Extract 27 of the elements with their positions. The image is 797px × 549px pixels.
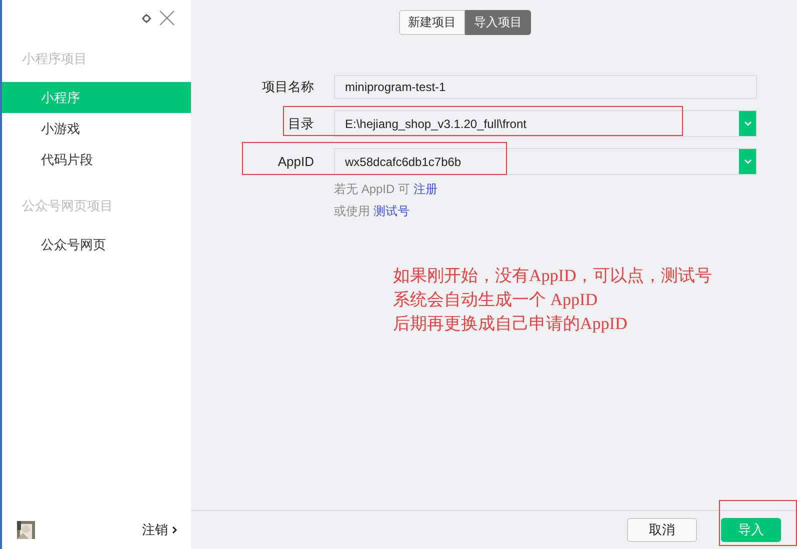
hint-text: 若无 AppID 可 注册 — [334, 181, 438, 198]
chevron-icon — [172, 526, 177, 534]
close-icon[interactable] — [159, 10, 175, 26]
chevron-down-icon — [744, 159, 752, 164]
cancel-button[interactable]: 取消 — [627, 518, 697, 542]
link[interactable]: 注册 — [413, 182, 438, 196]
hint-text: 或使用 测试号 — [334, 203, 410, 220]
select-field[interactable]: E:\hejiang_shop_v3.1.20_full\front — [334, 110, 757, 137]
field-label: AppID — [276, 154, 314, 169]
field-label: 目录 — [287, 114, 314, 132]
field-label: 项目名称 — [261, 78, 314, 96]
logout-link[interactable]: 注销 — [142, 520, 177, 538]
sidebar-item[interactable]: 代码片段 — [2, 144, 191, 175]
select-field[interactable]: wx58dcafc6db1c7b6b — [334, 148, 757, 175]
tab[interactable]: 新建项目 — [399, 10, 465, 35]
input-field[interactable]: miniprogram-test-1 — [334, 75, 757, 99]
chevron-down-icon — [744, 121, 752, 126]
sidebar-item[interactable]: 小游戏 — [2, 113, 191, 144]
sidebar-item[interactable]: 公众号网页 — [2, 229, 191, 260]
annotation-text: 如果刚开始，没有AppID，可以点，测试号 — [393, 265, 714, 287]
section-heading: 公众号网页项目 — [21, 197, 114, 215]
section-heading: 小程序项目 — [21, 50, 88, 68]
settings-icon[interactable] — [142, 14, 151, 22]
link[interactable]: 测试号 — [373, 204, 410, 218]
tab[interactable]: 导入项目 — [465, 10, 531, 35]
annotation-text: 系统会自动生成一个 AppID — [393, 289, 598, 311]
annotation-text: 后期再更换成自己申请的AppID — [393, 313, 628, 335]
